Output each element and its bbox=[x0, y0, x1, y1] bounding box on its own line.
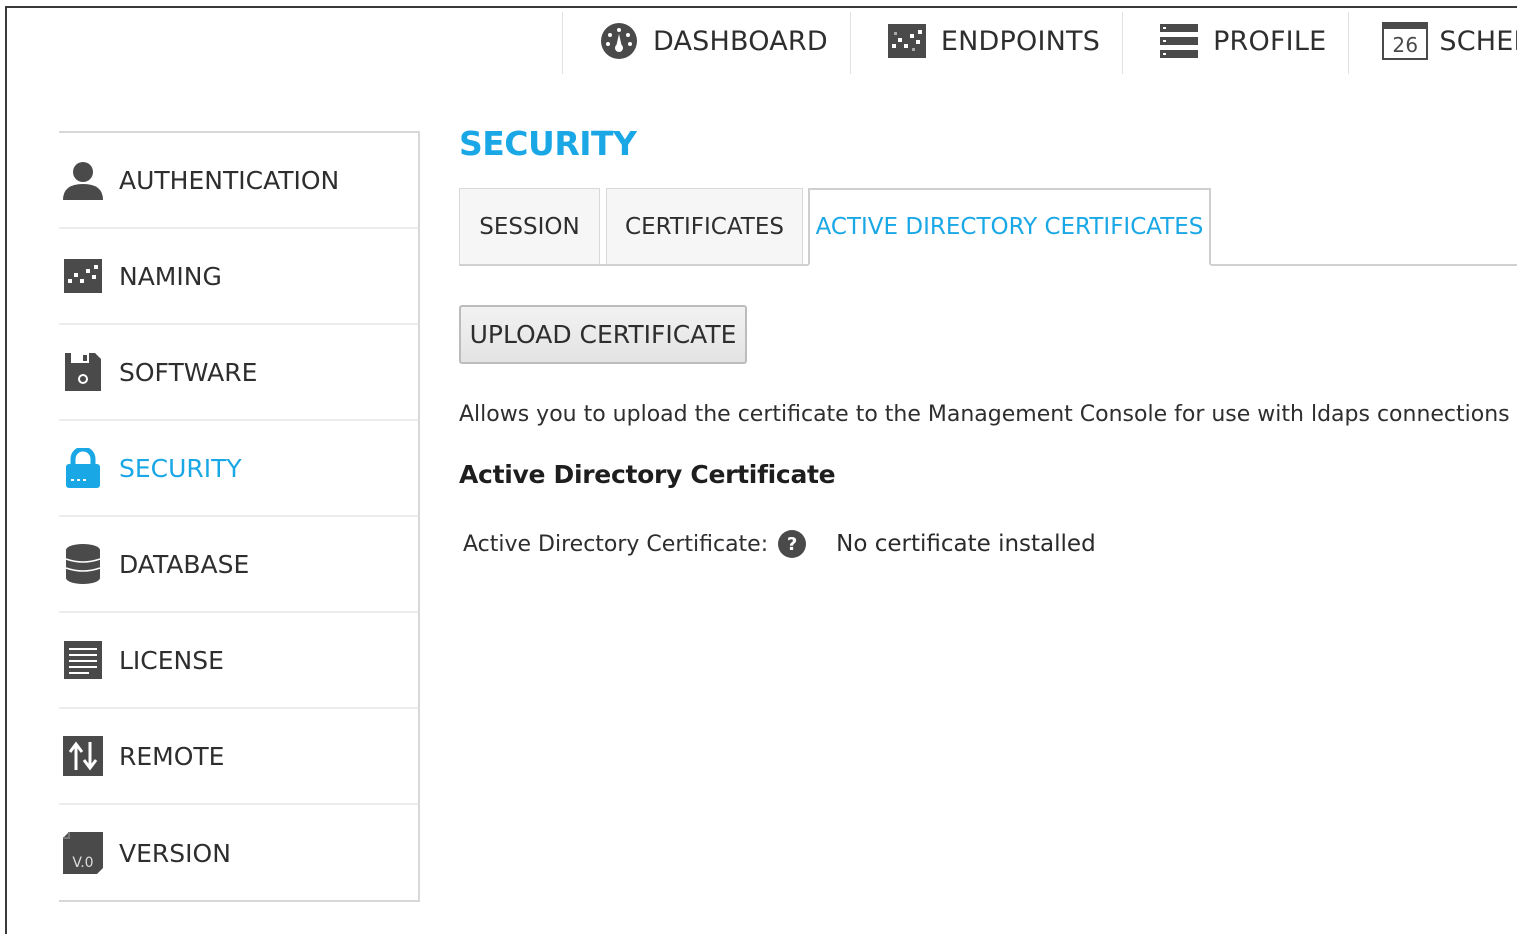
certificate-status: No certificate installed bbox=[836, 531, 1096, 557]
security-tabs: SESSION CERTIFICATES ACTIVE DIRECTORY CE… bbox=[459, 188, 1517, 266]
sidebar-item-authentication[interactable]: AUTHENTICATION bbox=[59, 133, 418, 229]
page-title: SECURITY bbox=[459, 124, 637, 163]
tab-session[interactable]: SESSION bbox=[459, 188, 600, 264]
nav-item-label: SCHEDUL bbox=[1439, 25, 1517, 57]
tab-active-directory-certificates[interactable]: ACTIVE DIRECTORY CERTIFICATES bbox=[808, 188, 1211, 266]
sidebar-item-label: SECURITY bbox=[119, 453, 242, 483]
sidebar-item-version[interactable]: V.0 VERSION bbox=[59, 805, 418, 901]
naming-grid-icon bbox=[63, 256, 103, 296]
calendar-icon: 26 bbox=[1382, 21, 1429, 61]
version-icon: V.0 bbox=[63, 832, 103, 874]
sidebar-item-label: REMOTE bbox=[119, 741, 225, 771]
sidebar-item-label: LICENSE bbox=[119, 645, 224, 675]
sidebar-item-database[interactable]: DATABASE bbox=[59, 517, 418, 613]
security-panel: SECURITY SESSION CERTIFICATES ACTIVE DIR… bbox=[459, 124, 1517, 558]
user-icon bbox=[63, 160, 103, 200]
help-icon[interactable]: ? bbox=[778, 530, 807, 558]
nav-item-schedule[interactable]: 26 SCHEDUL bbox=[1349, 8, 1517, 74]
upload-certificate-button[interactable]: UPLOAD CERTIFICATE bbox=[459, 305, 747, 364]
version-icon-text: V.0 bbox=[72, 855, 94, 871]
sidebar-item-label: VERSION bbox=[119, 838, 231, 868]
sidebar-item-remote[interactable]: REMOTE bbox=[59, 709, 418, 805]
dashboard-gauge-icon bbox=[599, 21, 639, 61]
nav-item-label: DASHBOARD bbox=[653, 25, 828, 57]
sidebar-item-label: SOFTWARE bbox=[119, 357, 258, 387]
certificate-field-row: Active Directory Certificate: ? No certi… bbox=[463, 530, 1096, 558]
nav-item-dashboard[interactable]: DASHBOARD bbox=[563, 8, 850, 74]
nav-item-endpoints[interactable]: ENDPOINTS bbox=[851, 8, 1122, 74]
section-heading: Active Directory Certificate bbox=[459, 460, 836, 489]
tab-certificates[interactable]: CERTIFICATES bbox=[606, 188, 803, 264]
nav-item-profile[interactable]: PROFILE bbox=[1123, 8, 1348, 74]
settings-sidebar: AUTHENTICATION NAMING SOFTWARE SECURITY … bbox=[59, 131, 420, 902]
endpoints-grid-icon bbox=[887, 21, 927, 61]
sidebar-item-label: NAMING bbox=[119, 261, 222, 291]
sidebar-item-naming[interactable]: NAMING bbox=[59, 229, 418, 325]
field-label: Active Directory Certificate: bbox=[463, 531, 769, 557]
lock-icon bbox=[63, 448, 103, 488]
sidebar-item-label: DATABASE bbox=[119, 549, 250, 579]
sidebar-item-software[interactable]: SOFTWARE bbox=[59, 325, 418, 421]
description-text: Allows you to upload the certificate to … bbox=[459, 402, 1517, 427]
sidebar-item-security[interactable]: SECURITY bbox=[59, 421, 418, 517]
license-document-icon bbox=[63, 640, 103, 680]
profile-list-icon bbox=[1159, 21, 1199, 61]
database-icon bbox=[63, 544, 103, 584]
sidebar-item-label: AUTHENTICATION bbox=[119, 165, 340, 195]
transfer-arrows-icon bbox=[63, 736, 103, 776]
top-navigation: DASHBOARD ENDPOINTS PROFILE 26 SCHE bbox=[562, 8, 1517, 74]
floppy-disk-icon bbox=[63, 352, 103, 392]
nav-item-label: PROFILE bbox=[1213, 25, 1327, 57]
nav-item-label: ENDPOINTS bbox=[940, 25, 1101, 57]
sidebar-item-license[interactable]: LICENSE bbox=[59, 613, 418, 709]
calendar-icon-day: 26 bbox=[1392, 33, 1419, 57]
